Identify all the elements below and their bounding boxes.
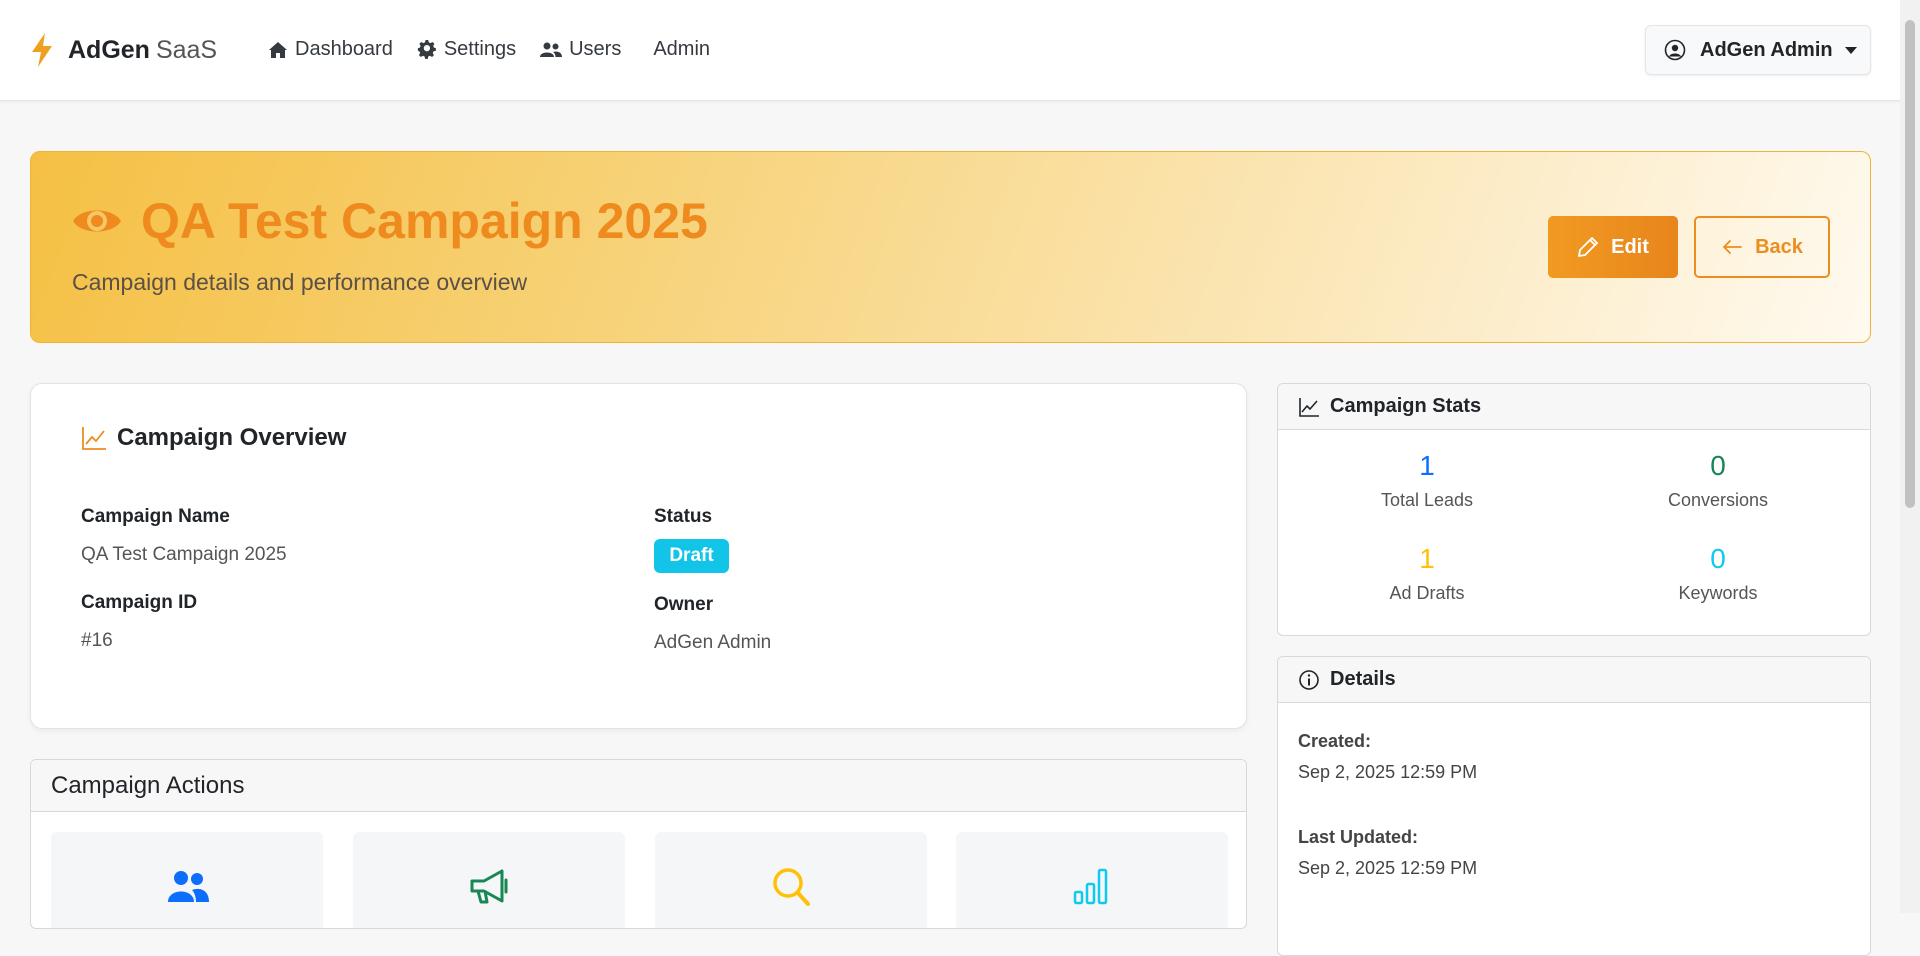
details-header: Details <box>1278 657 1870 703</box>
page-subtitle: Campaign details and performance overvie… <box>72 269 528 295</box>
stat-conversions-value: 0 <box>1710 450 1726 481</box>
campaign-stats-title: Campaign Stats <box>1330 395 1482 417</box>
stat-conversions: 0 Conversions <box>1573 450 1863 511</box>
campaign-header-banner: QA Test Campaign 2025 Campaign details a… <box>30 151 1871 343</box>
back-button-label: Back <box>1755 235 1803 258</box>
created-label: Created: <box>1298 731 1372 751</box>
campaign-id-value: #16 <box>81 630 113 651</box>
nav-dashboard[interactable]: Dashboard <box>268 38 393 61</box>
edit-button[interactable]: Edit <box>1548 216 1678 278</box>
gear-icon <box>417 39 436 59</box>
user-menu-dropdown[interactable]: AdGen Admin <box>1645 25 1871 75</box>
search-icon <box>773 868 810 906</box>
overview-title: Campaign Overview <box>81 424 346 452</box>
page-title: QA Test Campaign 2025 <box>141 193 708 249</box>
status-label: Status <box>654 506 713 527</box>
owner-label: Owner <box>654 594 714 615</box>
stat-total-leads-value: 1 <box>1419 450 1435 481</box>
info-icon <box>1299 669 1319 690</box>
campaign-actions-title: Campaign Actions <box>31 760 1246 812</box>
action-tile-leads[interactable] <box>51 832 323 928</box>
users-icon <box>540 42 563 57</box>
stat-keywords-value: 0 <box>1710 543 1726 574</box>
owner-value: AdGen Admin <box>654 632 772 653</box>
page-scrollbar[interactable] <box>1900 0 1920 913</box>
brand-name: AdGen <box>68 35 150 64</box>
stat-ad-drafts: 1 Ad Drafts <box>1282 543 1572 604</box>
campaign-id-label: Campaign ID <box>81 592 198 613</box>
nav-users-label: Users <box>569 38 622 60</box>
brand-logo[interactable]: AdGen SaaS <box>30 33 217 67</box>
updated-label: Last Updated: <box>1298 827 1419 847</box>
nav-dashboard-label: Dashboard <box>295 38 393 60</box>
arrow-left-icon <box>1723 240 1742 254</box>
lightning-icon <box>32 33 52 67</box>
stat-keywords: 0 Keywords <box>1573 543 1863 604</box>
campaign-stats-card: Campaign Stats 1 Total Leads 0 Conversio… <box>1277 383 1871 636</box>
scrollbar-thumb[interactable] <box>1905 20 1915 508</box>
action-tile-analytics[interactable] <box>956 832 1228 928</box>
campaign-name-value: QA Test Campaign 2025 <box>81 544 287 565</box>
line-chart-icon <box>1299 397 1319 417</box>
edit-button-label: Edit <box>1611 235 1649 258</box>
user-menu-label: AdGen Admin <box>1700 38 1833 61</box>
nav-settings[interactable]: Settings <box>417 38 516 61</box>
top-navbar: AdGen SaaS Dashboard Settings Users Admi… <box>0 0 1900 101</box>
details-card: Details Created: Sep 2, 2025 12:59 PM La… <box>1277 656 1871 956</box>
campaign-actions-card: Campaign Actions <box>30 759 1247 929</box>
created-value: Sep 2, 2025 12:59 PM <box>1298 762 1478 782</box>
stat-ad-drafts-label: Ad Drafts <box>1389 583 1465 603</box>
action-tile-ads[interactable] <box>353 832 625 928</box>
back-button[interactable]: Back <box>1694 216 1830 278</box>
stat-conversions-label: Conversions <box>1667 490 1769 510</box>
nav-admin[interactable]: Admin <box>653 38 710 61</box>
main-nav: Dashboard Settings Users Admin <box>268 38 734 61</box>
campaign-overview-card: Campaign Overview Campaign Name QA Test … <box>30 383 1247 729</box>
stat-total-leads: 1 Total Leads <box>1282 450 1572 511</box>
home-icon <box>269 41 287 58</box>
page-title-group: QA Test Campaign 2025 <box>71 192 708 250</box>
nav-settings-label: Settings <box>443 38 517 60</box>
overview-title-label: Campaign Overview <box>117 424 347 451</box>
users-icon <box>168 871 209 902</box>
nav-users[interactable]: Users <box>540 38 621 61</box>
details-title: Details <box>1330 668 1396 690</box>
brand-suffix: SaaS <box>155 35 218 64</box>
campaign-name-label: Campaign Name <box>81 506 230 527</box>
stat-ad-drafts-value: 1 <box>1419 543 1435 574</box>
user-circle-icon <box>1664 39 1686 61</box>
status-badge: Draft <box>654 539 729 573</box>
campaign-stats-header: Campaign Stats <box>1278 384 1870 430</box>
action-tile-keywords[interactable] <box>655 832 927 928</box>
bar-chart-icon <box>1073 868 1108 905</box>
line-chart-icon <box>82 427 106 450</box>
stat-total-leads-label: Total Leads <box>1380 490 1474 510</box>
nav-admin-label: Admin <box>653 38 711 60</box>
pencil-icon <box>1578 237 1599 257</box>
updated-value: Sep 2, 2025 12:59 PM <box>1298 858 1478 878</box>
eye-icon <box>73 210 121 232</box>
chevron-down-icon <box>1844 46 1857 54</box>
stat-keywords-label: Keywords <box>1678 583 1758 603</box>
megaphone-icon <box>470 869 508 904</box>
